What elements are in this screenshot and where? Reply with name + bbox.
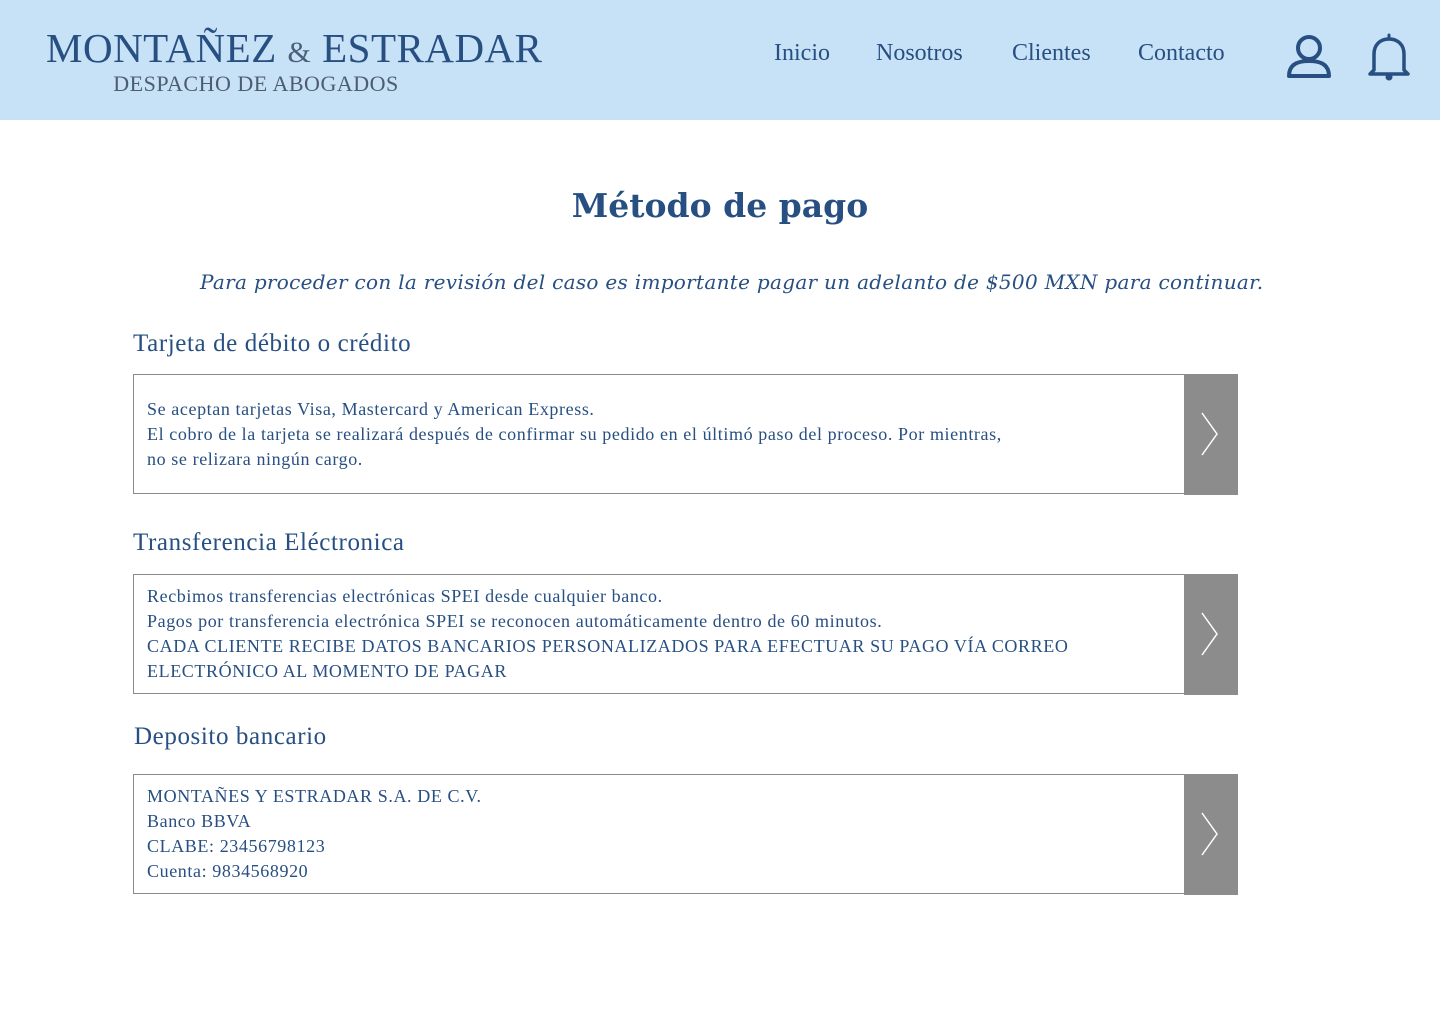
page-title: Método de pago bbox=[571, 186, 869, 225]
transfer-line-2: Pagos por transferencia electrónica SPEI… bbox=[147, 611, 883, 631]
nav-item-clientes[interactable]: Clientes bbox=[1012, 40, 1091, 67]
chevron-right-icon bbox=[1201, 812, 1218, 856]
deposit-line-2: Banco BBVA bbox=[147, 811, 252, 831]
payment-option-card[interactable]: Se aceptan tarjetas Visa, Mastercard y A… bbox=[133, 374, 1238, 495]
payment-option-deposit[interactable]: MONTAÑES Y ESTRADAR S.A. DE C.V. Banco B… bbox=[133, 774, 1238, 895]
transfer-description: Recbimos transferencias electrónicas SPE… bbox=[147, 575, 1167, 693]
nav-item-contacto[interactable]: Contacto bbox=[1138, 40, 1225, 67]
transfer-line-4: ELECTRÓNICO AL MOMENTO DE PAGAR bbox=[147, 661, 507, 681]
deposit-select-button[interactable] bbox=[1184, 774, 1238, 895]
nav-item-nosotros[interactable]: Nosotros bbox=[876, 40, 963, 67]
brand-name-part1: MONTAÑEZ bbox=[46, 25, 277, 71]
user-icon[interactable] bbox=[1284, 34, 1334, 80]
deposit-line-3: CLABE: 23456798123 bbox=[147, 836, 326, 856]
chevron-right-icon bbox=[1201, 612, 1218, 656]
chevron-right-icon bbox=[1201, 412, 1218, 456]
card-select-button[interactable] bbox=[1184, 374, 1238, 495]
card-line-2: El cobro de la tarjeta se realizará desp… bbox=[147, 423, 1002, 444]
transfer-line-3: CADA CLIENTE RECIBE DATOS BANCARIOS PERS… bbox=[147, 636, 1069, 656]
brand-name-part2: ESTRADAR bbox=[322, 25, 543, 71]
brand-logo[interactable]: MONTAÑEZ & ESTRADAR DESPACHO DE ABOGADOS bbox=[46, 25, 542, 96]
deposit-description: MONTAÑES Y ESTRADAR S.A. DE C.V. Banco B… bbox=[147, 775, 1167, 893]
section-title-deposit: Deposito bancario bbox=[134, 723, 327, 750]
transfer-select-button[interactable] bbox=[1184, 574, 1238, 695]
brand-name: MONTAÑEZ & ESTRADAR bbox=[46, 25, 542, 75]
payment-option-transfer[interactable]: Recbimos transferencias electrónicas SPE… bbox=[133, 574, 1238, 695]
bell-icon[interactable] bbox=[1366, 32, 1412, 82]
card-description: Se aceptan tarjetas Visa, Mastercard y A… bbox=[147, 375, 1167, 493]
nav-item-inicio[interactable]: Inicio bbox=[774, 40, 830, 67]
card-line-3: no se relizara ningún cargo. bbox=[147, 448, 363, 469]
brand-subtitle: DESPACHO DE ABOGADOS bbox=[113, 71, 399, 96]
intro-text: Para proceder con la revisión del caso e… bbox=[200, 270, 1264, 294]
transfer-line-1: Recbimos transferencias electrónicas SPE… bbox=[147, 586, 663, 606]
deposit-line-4: Cuenta: 9834568920 bbox=[147, 861, 309, 881]
section-title-card: Tarjeta de débito o crédito bbox=[133, 330, 412, 357]
brand-ampersand: & bbox=[287, 36, 312, 69]
section-title-transfer: Transferencia Eléctronica bbox=[133, 529, 405, 556]
site-header: MONTAÑEZ & ESTRADAR DESPACHO DE ABOGADOS… bbox=[0, 0, 1440, 120]
deposit-line-1: MONTAÑES Y ESTRADAR S.A. DE C.V. bbox=[147, 786, 482, 806]
card-line-1: Se aceptan tarjetas Visa, Mastercard y A… bbox=[147, 398, 595, 419]
